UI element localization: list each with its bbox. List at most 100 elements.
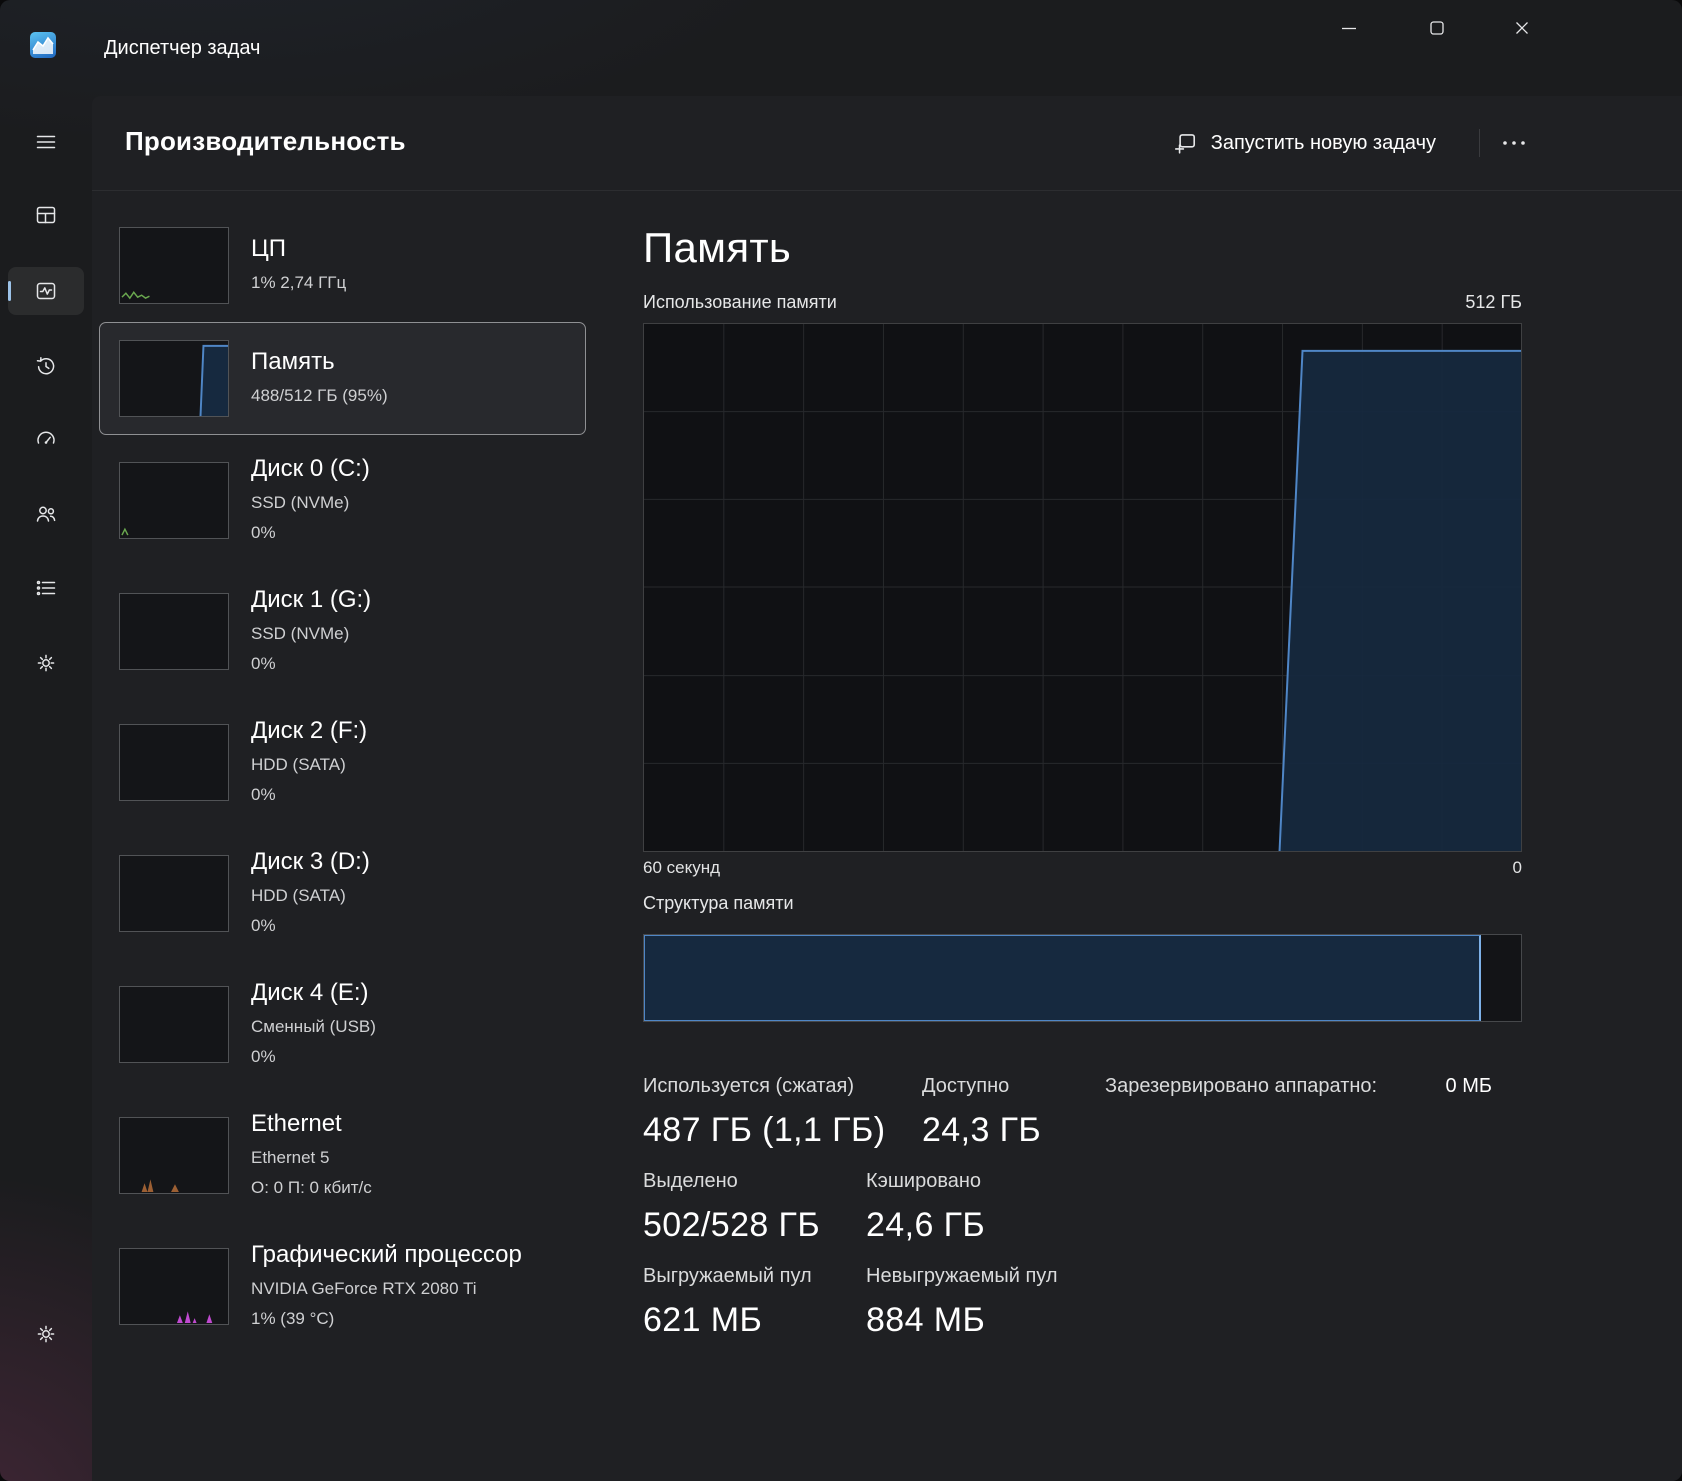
menu-button[interactable] xyxy=(8,118,84,166)
stat-nonpaged-pool-label: Невыгружаемый пул xyxy=(866,1265,1058,1287)
perf-item-disk4[interactable]: Диск 4 (E:) Сменный (USB) 0% xyxy=(99,959,586,1090)
stat-hw-reserved: Зарезервировано аппаратно: 0 МБ xyxy=(1105,1071,1522,1151)
stats-row-1: Используется (сжатая) 487 ГБ (1,1 ГБ) До… xyxy=(643,1071,1522,1151)
sidebar-item-performance[interactable] xyxy=(8,267,84,315)
perf-item-detail2: 0% xyxy=(251,654,276,673)
perf-item-cpu[interactable]: ЦП 1% 2,74 ГГц xyxy=(99,209,586,322)
perf-item-detail2: 0% xyxy=(251,785,276,804)
usage-chart-label: Использование памяти xyxy=(643,292,837,312)
sidebar-item-users[interactable] xyxy=(8,490,84,538)
memory-composition-bar xyxy=(643,934,1522,1022)
sidebar-item-app-history[interactable] xyxy=(8,342,84,390)
stat-hw-reserved-label: Зарезервировано аппаратно: xyxy=(1105,1075,1378,1097)
axis-zero-label: 0 xyxy=(1512,858,1522,877)
performance-list: ЦП 1% 2,74 ГГц Память 488/512 ГБ (95%) Д… xyxy=(99,209,586,1352)
memory-mini-graph xyxy=(119,340,229,417)
gpu-mini-graph xyxy=(119,1248,229,1325)
perf-item-ethernet[interactable]: Ethernet Ethernet 5 О: 0 П: 0 кбит/с xyxy=(99,1090,586,1221)
disk0-mini-graph xyxy=(119,462,229,539)
sidebar-item-processes[interactable] xyxy=(8,191,84,239)
stat-in-use-value: 487 ГБ (1,1 ГБ) xyxy=(643,1111,886,1149)
sidebar-item-startup-apps[interactable] xyxy=(8,414,84,462)
perf-item-gpu[interactable]: Графический процессор NVIDIA GeForce RTX… xyxy=(99,1221,586,1352)
perf-item-detail: SSD (NVMe) xyxy=(251,493,350,512)
perf-item-detail: HDD (SATA) xyxy=(251,886,346,905)
stat-committed-value: 502/528 ГБ xyxy=(643,1206,821,1244)
perf-item-title: Диск 4 (E:) xyxy=(251,979,369,1006)
content-page: Производительность Запустить новую задач… xyxy=(92,96,1682,1481)
stat-available-value: 24,3 ГБ xyxy=(922,1111,1042,1149)
stats-row-2: Выделено 502/528 ГБ Кэшировано 24,6 ГБ xyxy=(643,1166,1522,1246)
close-button[interactable] xyxy=(1498,8,1546,48)
window-title: Диспетчер задач xyxy=(104,37,261,59)
disk2-mini-graph xyxy=(119,724,229,801)
perf-item-disk3[interactable]: Диск 3 (D:) HDD (SATA) 0% xyxy=(99,828,586,959)
stat-cached-value: 24,6 ГБ xyxy=(866,1206,986,1244)
perf-item-detail: 1% 2,74 ГГц xyxy=(251,273,347,292)
sidebar-item-details[interactable] xyxy=(8,564,84,612)
performance-icon xyxy=(36,282,56,300)
perf-item-detail: 488/512 ГБ (95%) xyxy=(251,386,388,405)
perf-item-title: Диск 0 (C:) xyxy=(251,455,370,482)
perf-item-detail2: 0% xyxy=(251,523,276,542)
perf-item-detail2: О: 0 П: 0 кбит/с xyxy=(251,1178,372,1197)
stat-paged-pool: Выгружаемый пул 621 МБ xyxy=(643,1261,866,1341)
memory-usage-chart-svg xyxy=(644,324,1521,851)
stat-in-use-label: Используется (сжатая) xyxy=(643,1075,854,1097)
services-icon xyxy=(37,654,55,672)
stat-committed: Выделено 502/528 ГБ xyxy=(643,1166,866,1246)
perf-item-detail: Ethernet 5 xyxy=(251,1148,330,1167)
stat-cached-label: Кэшировано xyxy=(866,1170,982,1192)
perf-item-disk2[interactable]: Диск 2 (F:) HDD (SATA) 0% xyxy=(99,697,586,828)
memory-usage-chart xyxy=(643,323,1522,852)
perf-item-detail2: 0% xyxy=(251,916,276,935)
minimize-button[interactable] xyxy=(1325,8,1373,48)
titlebar: Диспетчер задач xyxy=(0,0,1682,96)
page-title: Производительность xyxy=(125,126,406,156)
app-history-icon xyxy=(36,357,55,375)
sidebar-item-services[interactable] xyxy=(8,639,84,687)
disk4-mini-graph xyxy=(119,986,229,1063)
perf-item-detail: HDD (SATA) xyxy=(251,755,346,774)
usage-chart-header: Использование памяти 512 ГБ xyxy=(643,292,1522,313)
close-icon xyxy=(1516,22,1528,34)
hamburger-menu-icon xyxy=(36,135,56,149)
maximize-button[interactable] xyxy=(1413,8,1461,48)
perf-item-title: Память xyxy=(251,348,335,375)
stat-hw-reserved-value: 0 МБ xyxy=(1445,1075,1492,1097)
disk3-mini-graph xyxy=(119,855,229,932)
perf-item-disk0[interactable]: Диск 0 (C:) SSD (NVMe) 0% xyxy=(99,435,586,566)
perf-item-detail2: 0% xyxy=(251,1047,276,1066)
usage-chart-max-label: 512 ГБ xyxy=(1465,292,1522,312)
perf-item-title: Ethernet xyxy=(251,1110,342,1137)
composition-free-segment xyxy=(1480,935,1521,1021)
perf-item-title: Диск 3 (D:) xyxy=(251,848,370,875)
perf-item-detail: NVIDIA GeForce RTX 2080 Ti xyxy=(251,1279,477,1298)
stats-row-3: Выгружаемый пул 621 МБ Невыгружаемый пул… xyxy=(643,1261,1522,1341)
stat-paged-pool-label: Выгружаемый пул xyxy=(643,1265,812,1287)
perf-item-memory[interactable]: Память 488/512 ГБ (95%) xyxy=(99,322,586,435)
perf-item-title: Диск 1 (G:) xyxy=(251,586,372,613)
sidebar-item-settings[interactable] xyxy=(8,1310,84,1358)
cpu-mini-graph xyxy=(119,227,229,304)
ethernet-mini-graph xyxy=(119,1117,229,1194)
minimize-icon xyxy=(1342,27,1356,30)
maximize-icon xyxy=(1430,21,1444,35)
perf-item-detail2: 1% (39 °C) xyxy=(251,1309,335,1328)
perf-item-detail: Сменный (USB) xyxy=(251,1017,376,1036)
perf-item-title: Диск 2 (F:) xyxy=(251,717,368,744)
selection-indicator xyxy=(8,281,11,301)
stat-available: Доступно 24,3 ГБ xyxy=(922,1071,1105,1151)
stat-nonpaged-pool-value: 884 МБ xyxy=(866,1301,986,1339)
memory-stats: Используется (сжатая) 487 ГБ (1,1 ГБ) До… xyxy=(643,1071,1522,1356)
nav-rail xyxy=(0,96,92,1481)
memory-pane: Память Использование памяти 512 ГБ 60 се… xyxy=(643,96,1522,1481)
task-manager-logo-icon xyxy=(32,36,54,54)
stat-paged-pool-value: 621 МБ xyxy=(643,1301,763,1339)
memory-structure-label: Структура памяти xyxy=(643,893,794,913)
perf-item-disk1[interactable]: Диск 1 (G:) SSD (NVMe) 0% xyxy=(99,566,586,697)
perf-item-detail: SSD (NVMe) xyxy=(251,624,350,643)
users-icon xyxy=(36,506,56,522)
usage-chart-axis: 60 секунд 0 xyxy=(643,858,1522,878)
stat-available-label: Доступно xyxy=(922,1075,1010,1097)
